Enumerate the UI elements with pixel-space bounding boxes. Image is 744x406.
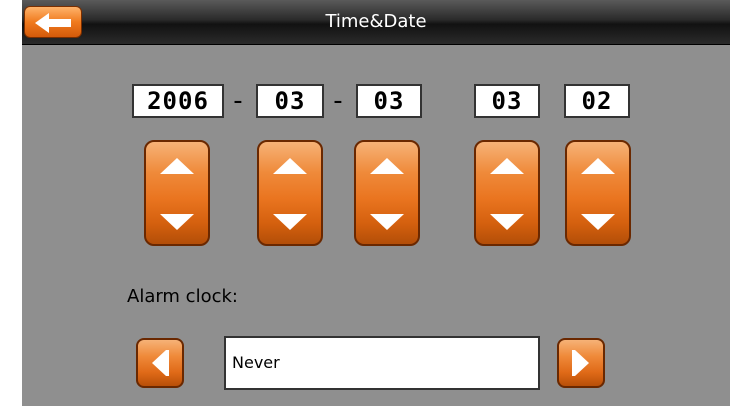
year-field[interactable]: 2006 [132,84,224,118]
alarm-previous-button[interactable] [136,338,184,388]
day-field[interactable]: 03 [356,84,422,118]
hour-up-button[interactable] [476,142,538,192]
triangle-up-icon [490,158,524,174]
minute-up-button[interactable] [567,142,629,192]
page-title: Time&Date [325,11,427,32]
day-spinner [354,140,420,246]
hour-spinner [474,140,540,246]
year-up-button[interactable] [146,142,208,192]
minute-spinner [565,140,631,246]
triangle-up-icon [370,158,404,174]
alarm-next-button[interactable] [557,338,605,388]
triangle-down-icon [581,214,615,230]
triangle-down-icon [160,214,194,230]
minute-down-button[interactable] [567,192,629,242]
month-down-button[interactable] [259,192,321,242]
alarm-clock-label: Alarm clock: [127,286,238,307]
triangle-down-icon [490,214,524,230]
month-spinner [257,140,323,246]
time-date-screen: Time&Date 2006 - 03 - 03 03 02 Alarm clo… [22,0,730,406]
year-spinner [144,140,210,246]
triangle-left-icon [152,350,169,376]
triangle-right-icon [572,350,589,376]
date-separator: - [333,86,343,116]
triangle-up-icon [581,158,615,174]
triangle-up-icon [273,158,307,174]
triangle-down-icon [273,214,307,230]
hour-field[interactable]: 03 [474,84,540,118]
day-up-button[interactable] [356,142,418,192]
date-separator: - [233,86,243,116]
title-bar: Time&Date [22,0,730,45]
alarm-value-field[interactable]: Never [224,336,540,390]
back-button[interactable] [24,6,82,38]
month-field[interactable]: 03 [256,84,324,118]
year-down-button[interactable] [146,192,208,242]
triangle-down-icon [370,214,404,230]
minute-field[interactable]: 02 [564,84,630,118]
triangle-up-icon [160,158,194,174]
day-down-button[interactable] [356,192,418,242]
month-up-button[interactable] [259,142,321,192]
arrow-left-icon [35,13,71,33]
hour-down-button[interactable] [476,192,538,242]
